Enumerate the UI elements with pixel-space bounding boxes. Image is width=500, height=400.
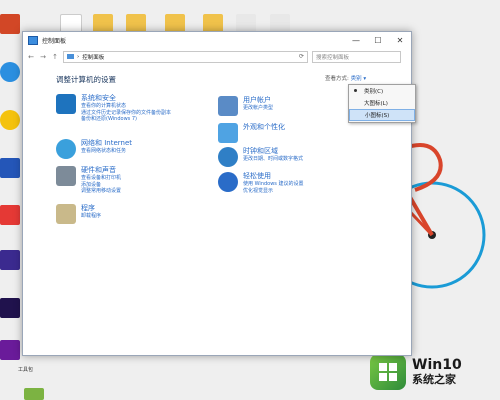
category-link[interactable]: 调整常用移动设置 [81, 188, 121, 195]
desktop-icon-blue-app[interactable] [0, 62, 20, 82]
minimize-button[interactable]: — [345, 32, 367, 49]
category-title[interactable]: 用户帐户 [243, 96, 273, 105]
view-by-dropdown[interactable]: 类别 ▾ [351, 76, 367, 82]
users-icon [218, 96, 238, 116]
view-by-menu: 类别(C) 大图标(L) 小图标(S) [348, 84, 416, 123]
category-title[interactable]: 时钟和区域 [243, 147, 303, 156]
menu-item-label: 大图标(L) [364, 101, 388, 107]
category-title[interactable]: 轻松使用 [243, 172, 304, 181]
search-input[interactable]: 搜索控制面板 [312, 50, 401, 63]
category-link[interactable]: 优化视觉显示 [243, 188, 304, 195]
desktop-icon-media[interactable] [0, 340, 20, 360]
desktop-icon-app-blue[interactable] [0, 158, 20, 178]
network-globe-icon [56, 139, 76, 159]
shield-icon [56, 94, 76, 114]
desktop-icon-purple-app[interactable] [0, 250, 20, 270]
windows-logo-icon [370, 354, 406, 390]
category-clock-region: 时钟和区域 更改日期、时间或数字格式 [218, 147, 303, 167]
category-programs: 程序 卸载程序 [56, 204, 101, 224]
close-button[interactable]: ✕ [389, 32, 411, 49]
category-user-accounts: 用户帐户 更改帐户类型 [218, 96, 273, 116]
desktop-icon-doc[interactable] [24, 388, 44, 400]
menu-item-label: 小图标(S) [365, 113, 390, 119]
address-bar[interactable]: › 控制面板 ⟳ [63, 50, 308, 63]
radio-bullet-icon [354, 89, 357, 92]
menu-item-category[interactable]: 类别(C) [349, 85, 415, 97]
category-hardware-sound: 硬件和声音 查看设备和打印机 添加设备 调整常用移动设置 [56, 166, 121, 195]
printer-icon [56, 166, 76, 186]
category-link[interactable]: 更改日期、时间或数字格式 [243, 156, 303, 163]
category-title[interactable]: 网络和 Internet [81, 139, 132, 148]
control-panel-icon [28, 36, 38, 45]
category-network: 网络和 Internet 查看网络状态和任务 [56, 139, 132, 159]
category-link[interactable]: 卸载程序 [81, 213, 101, 220]
watermark-line1: Win10 [412, 357, 462, 374]
back-arrow-icon[interactable]: ← [27, 53, 35, 61]
appearance-icon [218, 123, 238, 143]
category-ease-of-access: 轻松使用 使用 Windows 建议的设置 优化视觉显示 [218, 172, 304, 194]
category-link[interactable]: 更改帐户类型 [243, 105, 273, 112]
category-link[interactable]: 查看网络状态和任务 [81, 148, 132, 155]
control-panel-address-icon [67, 54, 74, 59]
menu-item-large-icons[interactable]: 大图标(L) [349, 97, 415, 109]
up-arrow-icon[interactable]: ↑ [51, 53, 59, 61]
view-by-label: 查看方式: [325, 76, 349, 82]
menu-item-label: 类别(C) [364, 89, 384, 95]
category-title[interactable]: 系统和安全 [81, 94, 171, 103]
address-separator: › [77, 53, 80, 60]
window-title: 控制面板 [42, 38, 67, 45]
clock-globe-icon [218, 147, 238, 167]
title-bar[interactable]: 控制面板 — ☐ ✕ [23, 32, 411, 49]
category-title[interactable]: 程序 [81, 204, 101, 213]
page-heading: 调整计算机的设置 [56, 75, 116, 84]
menu-item-small-icons[interactable]: 小图标(S) [349, 109, 415, 121]
refresh-icon[interactable]: ⟳ [299, 53, 304, 60]
desktop-icon-chrome[interactable] [0, 110, 20, 130]
desktop-icon-label: 工具包 [18, 367, 34, 373]
address-path: 控制面板 [82, 54, 105, 61]
category-appearance: 外观和个性化 [218, 123, 285, 143]
category-title[interactable]: 外观和个性化 [243, 123, 285, 132]
desktop-icon-red-app[interactable] [0, 205, 20, 225]
search-placeholder: 搜索控制面板 [316, 54, 350, 61]
category-link[interactable]: 备份和还原(Windows 7) [81, 116, 171, 123]
ease-of-access-icon [218, 172, 238, 192]
category-title[interactable]: 硬件和声音 [81, 166, 121, 175]
maximize-button[interactable]: ☐ [367, 32, 389, 49]
desktop-icon-powerpoint[interactable] [0, 14, 20, 34]
category-system-security: 系统和安全 查看你的计算机状态 通过文件历史记录保存你的文件备份副本 备份和还原… [56, 94, 171, 123]
control-panel-window: 控制面板 — ☐ ✕ ← → ↑ › 控制面板 ⟳ 搜索控制面板 调整计算机的设… [22, 31, 412, 356]
programs-icon [56, 204, 76, 224]
desktop-icon-dark-app[interactable] [0, 298, 20, 318]
watermark-line2: 系统之家 [412, 372, 456, 386]
forward-arrow-icon[interactable]: → [39, 53, 47, 61]
view-by: 查看方式: 类别 ▾ [325, 74, 366, 82]
address-row: ← → ↑ › 控制面板 ⟳ 搜索控制面板 [23, 49, 411, 64]
